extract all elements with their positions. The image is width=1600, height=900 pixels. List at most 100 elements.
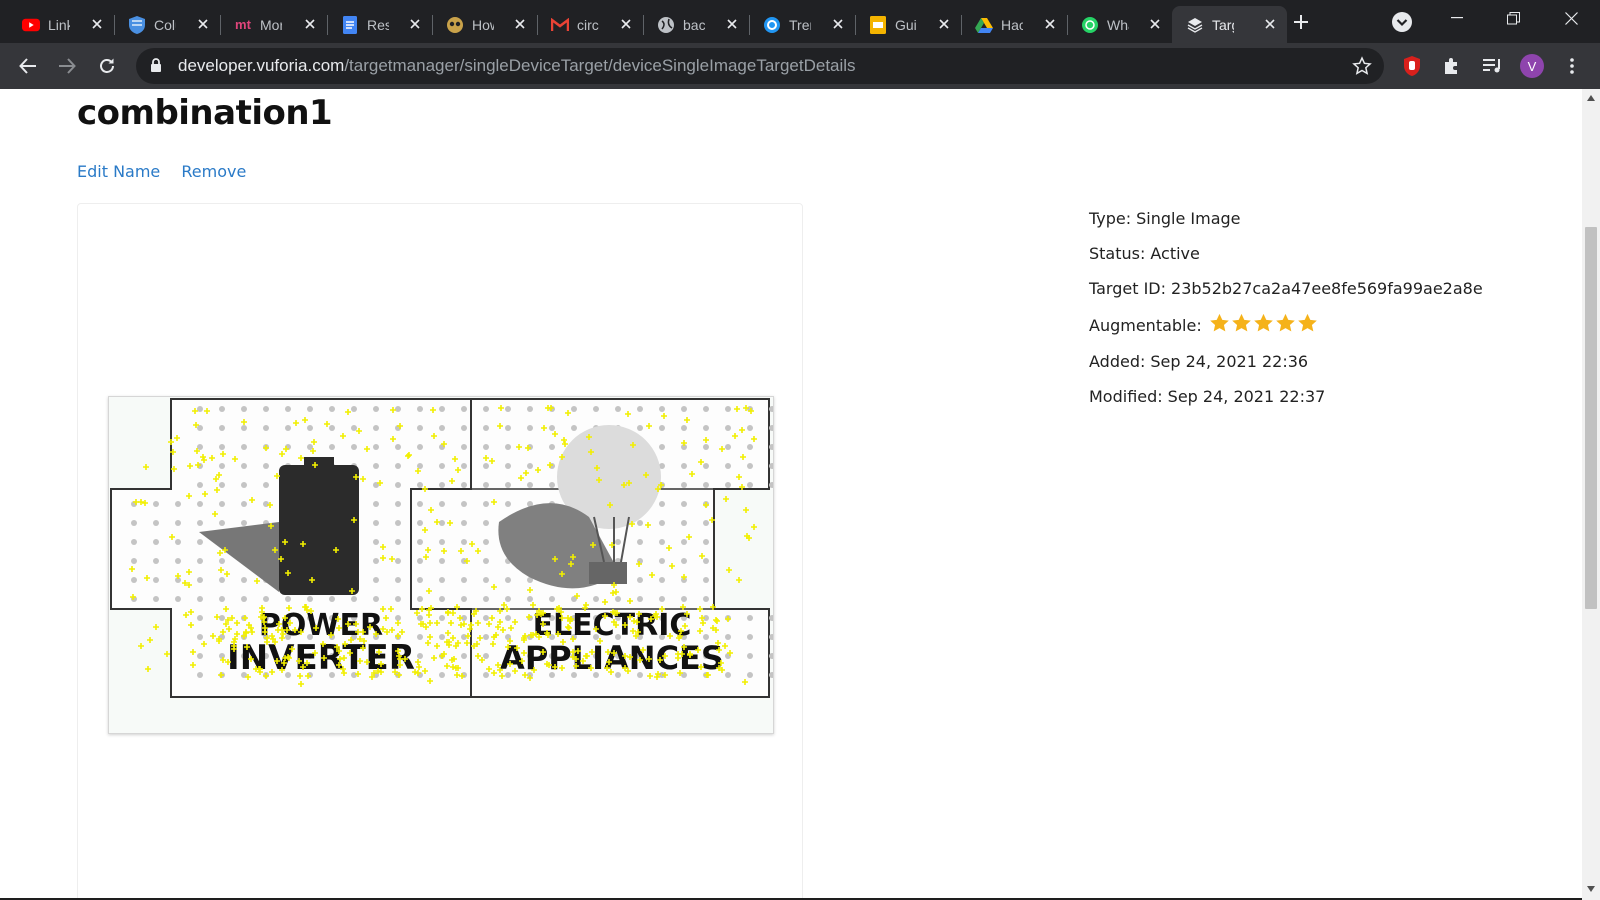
plus-icon: [1294, 15, 1308, 29]
tab-close-icon[interactable]: [935, 15, 953, 33]
tab-close-icon[interactable]: [1146, 15, 1164, 33]
restore-button[interactable]: [1490, 0, 1536, 36]
browser-tab[interactable]: Hac: [961, 6, 1068, 43]
tab-title: Wha: [1107, 16, 1129, 33]
target-id-label: Target ID:: [1089, 279, 1167, 298]
page-title: combination1: [77, 93, 333, 133]
browser-tab[interactable]: Link: [8, 6, 115, 43]
forward-button[interactable]: [51, 50, 83, 82]
rating-star-icon: [1231, 313, 1253, 337]
rating-star-icon: [1275, 313, 1297, 337]
scroll-down-arrow-icon[interactable]: [1586, 884, 1596, 894]
type-value: Single Image: [1136, 209, 1241, 228]
target-metadata: Type: Single Image Status: Active Target…: [1089, 201, 1483, 414]
tab-strip: Link Colu mt Mor Resi How circ bacl Trer Guid Hac W…: [0, 0, 1600, 43]
tab-close-icon[interactable]: [829, 15, 847, 33]
close-window-button[interactable]: [1548, 0, 1594, 36]
tab-title: How: [472, 16, 494, 33]
target-actions: Edit Name Remove: [77, 162, 262, 181]
tab-title: Trer: [789, 16, 811, 33]
tab-close-icon[interactable]: [511, 15, 529, 33]
minimize-button[interactable]: [1434, 0, 1480, 36]
back-button[interactable]: [12, 50, 44, 82]
forward-arrow-icon: [59, 58, 76, 74]
gmail-icon: [551, 16, 569, 34]
browser-tab[interactable]: Targ: [1172, 6, 1287, 43]
browser-tab[interactable]: mt Mor: [220, 6, 328, 43]
back-arrow-icon: [19, 58, 36, 74]
scrollbar-thumb[interactable]: [1585, 227, 1597, 609]
browser-tab[interactable]: Colu: [114, 6, 221, 43]
owl-icon: [446, 16, 464, 34]
augmentable-rating: [1209, 313, 1319, 337]
browser-toolbar: developer.vuforia.com/targetmanager/sing…: [0, 43, 1600, 89]
browser-tab[interactable]: Trer: [749, 6, 856, 43]
circle-c-icon: [763, 16, 781, 34]
tab-close-icon[interactable]: [194, 15, 212, 33]
tab-close-icon[interactable]: [88, 15, 106, 33]
hand-stop-icon: [1404, 56, 1420, 76]
browser-menu-button[interactable]: [1558, 52, 1586, 80]
added-value: Sep 24, 2021 22:36: [1150, 352, 1309, 371]
vertical-scrollbar[interactable]: [1582, 89, 1600, 900]
browser-tab[interactable]: Resi: [327, 6, 433, 43]
edit-name-link[interactable]: Edit Name: [77, 162, 160, 181]
status-value: Active: [1150, 244, 1200, 263]
mt-logo-icon: mt: [235, 17, 251, 32]
tab-close-icon[interactable]: [1261, 15, 1279, 33]
tab-title: Hac: [1001, 16, 1023, 33]
scroll-up-arrow-icon[interactable]: [1586, 93, 1596, 103]
tab-title: Link: [48, 16, 70, 33]
tab-title: Targ: [1212, 16, 1234, 33]
tab-title: bacl: [683, 16, 705, 33]
restore-icon: [1506, 11, 1520, 24]
globe-icon: [657, 16, 675, 34]
target-id-row: Target ID: 23b52b27ca2a47ee8fe569fa99ae2…: [1089, 271, 1483, 306]
kebab-menu-icon: [1570, 58, 1574, 74]
close-icon: [1564, 11, 1578, 25]
tab-search-button[interactable]: [1390, 10, 1414, 34]
new-tab-button[interactable]: [1288, 9, 1314, 35]
remove-link[interactable]: Remove: [181, 162, 246, 181]
tab-close-icon[interactable]: [301, 15, 319, 33]
youtube-icon: [22, 16, 40, 34]
puzzle-icon: [1445, 58, 1457, 74]
browser-tab[interactable]: circ: [537, 6, 644, 43]
tab-title: Resi: [367, 16, 389, 33]
vuforia-icon: [1186, 16, 1204, 34]
tab-title: Guid: [895, 16, 917, 33]
target-image: POWER INVERTER ELECTRIC APPLIANCES: [108, 396, 775, 734]
rating-star-icon: [1209, 313, 1231, 337]
lock-icon: [151, 58, 161, 72]
added-label: Added:: [1089, 352, 1146, 371]
tab-close-icon[interactable]: [723, 15, 741, 33]
whatsapp-icon: [1081, 16, 1099, 34]
tab-close-icon[interactable]: [1041, 15, 1059, 33]
browser-tab[interactable]: bacl: [643, 6, 750, 43]
reload-button[interactable]: [91, 50, 123, 82]
target-id-value: 23b52b27ca2a47ee8fe569fa99ae2a8e: [1171, 279, 1483, 298]
browser-tab[interactable]: Wha: [1067, 6, 1172, 43]
browser-tab[interactable]: Guid: [855, 6, 962, 43]
extension-adblock-button[interactable]: [1398, 52, 1426, 80]
tab-close-icon[interactable]: [617, 15, 635, 33]
added-row: Added: Sep 24, 2021 22:36: [1089, 344, 1483, 379]
address-bar[interactable]: developer.vuforia.com/targetmanager/sing…: [136, 48, 1384, 84]
type-row: Type: Single Image: [1089, 201, 1483, 236]
docs-icon: [341, 15, 359, 34]
tab-search-icon: [1392, 12, 1412, 32]
extensions-button[interactable]: [1438, 52, 1466, 80]
tab-title: Mor: [260, 16, 282, 33]
augmentable-row: Augmentable:: [1089, 306, 1483, 344]
drive-icon: [975, 16, 993, 34]
tab-close-icon[interactable]: [406, 15, 424, 33]
status-label: Status:: [1089, 244, 1146, 263]
status-row: Status: Active: [1089, 236, 1483, 271]
augmentable-label: Augmentable:: [1089, 315, 1202, 335]
rating-star-icon: [1297, 313, 1319, 337]
bookmark-star-icon[interactable]: [1352, 56, 1372, 76]
profile-button[interactable]: V: [1518, 52, 1546, 80]
media-controls-button[interactable]: [1478, 52, 1506, 80]
avatar: V: [1520, 54, 1544, 78]
browser-tab[interactable]: How: [432, 6, 538, 43]
